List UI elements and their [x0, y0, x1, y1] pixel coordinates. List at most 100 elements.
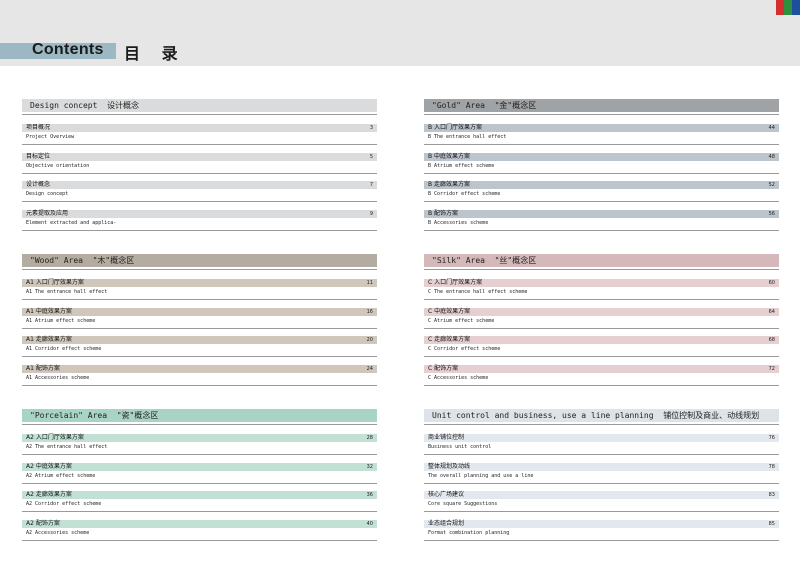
toc-entry[interactable]: 整体规划及动线 78 The overall planning and use a … — [424, 463, 779, 491]
entry-bar: 设计概念 7 — [22, 181, 377, 189]
entry-bar: A1 中庭效果方案 16 — [22, 308, 377, 316]
entry-page-number: 72 — [768, 366, 775, 372]
entry-divider — [22, 328, 377, 329]
toc-entry[interactable]: C 走廊效果方案 68 C Corridor effect scheme — [424, 336, 779, 364]
toc-entry[interactable]: B 中庭效果方案 48 B Atrium effect scheme — [424, 153, 779, 181]
entry-subtitle: Project Overview — [26, 134, 75, 140]
entry-title: C 走廊效果方案 — [428, 336, 471, 343]
section-title: Unit control and business, use a line pl… — [432, 411, 760, 420]
entry-page-number: 56 — [768, 211, 775, 217]
entry-subtitle: A2 Atrium effect scheme — [26, 473, 96, 479]
entry-page-number: 85 — [768, 521, 775, 527]
entry-bar: C 入口门厅效果方案 60 — [424, 279, 779, 287]
toc-entry[interactable]: A1 入口门厅效果方案 11 A1 The entrance hall effect — [22, 279, 377, 307]
entry-bar: A1 入口门厅效果方案 11 — [22, 279, 377, 287]
toc-entry[interactable]: A1 中庭效果方案 16 A1 Atrium effect scheme — [22, 308, 377, 336]
entry-title: A1 入口门厅效果方案 — [26, 279, 84, 286]
toc-entry[interactable]: 目标定位 5 Objective orientation — [22, 153, 377, 181]
section-header: "Porcelain" Area "瓷"概念区 — [22, 409, 377, 422]
entry-page-number: 64 — [768, 309, 775, 315]
toc-entry[interactable]: C 配饰方案 72 C Accessories scheme — [424, 365, 779, 393]
section-divider — [424, 114, 779, 115]
entry-divider — [424, 540, 779, 541]
entry-title: A2 走廊效果方案 — [26, 491, 72, 498]
toc-entry[interactable]: 核心广场建议 83 Core square Suggestions — [424, 491, 779, 519]
toc-entry[interactable]: 业态组合规划 85 Format combination planning — [424, 520, 779, 548]
entry-bar: 整体规划及动线 78 — [424, 463, 779, 471]
entry-page-number: 44 — [768, 125, 775, 131]
entry-title: A2 配饰方案 — [26, 520, 60, 527]
toc-entry[interactable]: C 中庭效果方案 64 C Atrium effect scheme — [424, 308, 779, 336]
entry-divider — [424, 230, 779, 231]
entry-subtitle: A2 Accessories scheme — [26, 530, 90, 536]
entry-subtitle: A1 Atrium effect scheme — [26, 318, 96, 324]
section-title: "Porcelain" Area "瓷"概念区 — [30, 411, 159, 420]
entry-title: C 入口门厅效果方案 — [428, 279, 483, 286]
entry-page-number: 9 — [369, 211, 373, 217]
entry-bar: A2 走廊效果方案 36 — [22, 491, 377, 499]
toc-entry[interactable]: A1 配饰方案 24 A1 Accessories scheme — [22, 365, 377, 393]
section-title: "Wood" Area "木"概念区 — [30, 256, 135, 265]
page-title-zh: 目 录 — [124, 44, 186, 63]
entry-page-number: 76 — [768, 435, 775, 441]
section-header: "Wood" Area "木"概念区 — [22, 254, 377, 267]
section-divider — [424, 424, 779, 425]
toc-entry[interactable]: C 入口门厅效果方案 60 C The entrance hall effect s… — [424, 279, 779, 307]
entry-divider — [424, 144, 779, 145]
toc-section-silk: "Silk" Area "丝"概念区 C 入口门厅效果方案 60 C The entr… — [424, 254, 779, 399]
entry-bar: 项目概况 3 — [22, 124, 377, 132]
entry-divider — [22, 511, 377, 512]
entry-subtitle: Business unit control — [428, 444, 492, 450]
toc-entry[interactable]: B 走廊效果方案 52 B Corridor effect scheme — [424, 181, 779, 209]
entry-bar: 元素提取及应用 9 — [22, 210, 377, 218]
entry-title: 项目概况 — [26, 124, 51, 131]
toc-entry[interactable]: 设计概念 7 Design concept — [22, 181, 377, 209]
entry-divider — [22, 299, 377, 300]
entry-bar: B 入口门厅效果方案 44 — [424, 124, 779, 132]
entry-title: 核心广场建议 — [428, 491, 465, 498]
toc-entry[interactable]: A2 走廊效果方案 36 A2 Corridor effect scheme — [22, 491, 377, 519]
entry-subtitle: B The entrance hall effect — [428, 134, 507, 140]
entry-subtitle: A2 The entrance hall effect — [26, 444, 108, 450]
entry-divider — [22, 201, 377, 202]
entry-subtitle: B Atrium effect scheme — [428, 163, 495, 169]
toc-entry[interactable]: A1 走廊效果方案 20 A1 Corridor effect scheme — [22, 336, 377, 364]
entry-divider — [424, 511, 779, 512]
entry-subtitle: Core square Suggestions — [428, 501, 498, 507]
entry-subtitle: B Corridor effect scheme — [428, 191, 501, 197]
entry-title: B 走廊效果方案 — [428, 181, 471, 188]
section-title: "Gold" Area "金"概念区 — [432, 101, 537, 110]
green-flag — [784, 0, 792, 15]
toc-entry[interactable]: 商业铺位控制 76 Business unit control — [424, 434, 779, 462]
entry-title: A2 中庭效果方案 — [26, 463, 72, 470]
toc-entry[interactable]: 元素提取及应用 9 Element extracted and applica- — [22, 210, 377, 238]
toc-section-unit: Unit control and business, use a line pl… — [424, 409, 779, 554]
entry-bar: C 中庭效果方案 64 — [424, 308, 779, 316]
entry-page-number: 11 — [366, 280, 373, 286]
section-divider — [22, 424, 377, 425]
entry-page-number: 40 — [366, 521, 373, 527]
toc-section-design: Design concept 设计概念项目概况 3 Project Overview… — [22, 99, 377, 244]
entry-bar: 业态组合规划 85 — [424, 520, 779, 528]
entry-bar: A1 走廊效果方案 20 — [22, 336, 377, 344]
toc-entry[interactable]: 项目概况 3 Project Overview — [22, 124, 377, 152]
entry-subtitle: C Atrium effect scheme — [428, 318, 495, 324]
toc-entry[interactable]: B 入口门厅效果方案 44 B The entrance hall effect — [424, 124, 779, 152]
entry-subtitle: The overall planning and use a line — [428, 473, 534, 479]
section-title: Design concept 设计概念 — [30, 101, 140, 110]
toc-entry[interactable]: A2 入口门厅效果方案 28 A2 The entrance hall effect — [22, 434, 377, 462]
toc-entry[interactable]: B 配饰方案 56 B Accessories scheme — [424, 210, 779, 238]
entry-title: C 中庭效果方案 — [428, 308, 471, 315]
entry-bar: 核心广场建议 83 — [424, 491, 779, 499]
entry-subtitle: Element extracted and applica- — [26, 220, 117, 226]
entry-bar: A2 中庭效果方案 32 — [22, 463, 377, 471]
entry-bar: 目标定位 5 — [22, 153, 377, 161]
entry-bar: C 配饰方案 72 — [424, 365, 779, 373]
entry-page-number: 36 — [366, 492, 373, 498]
toc-entry[interactable]: A2 中庭效果方案 32 A2 Atrium effect scheme — [22, 463, 377, 491]
entry-divider — [22, 540, 377, 541]
entry-bar: B 配饰方案 56 — [424, 210, 779, 218]
toc-entry[interactable]: A2 配饰方案 40 A2 Accessories scheme — [22, 520, 377, 548]
entry-title: 业态组合规划 — [428, 520, 465, 527]
entry-title: C 配饰方案 — [428, 365, 459, 372]
